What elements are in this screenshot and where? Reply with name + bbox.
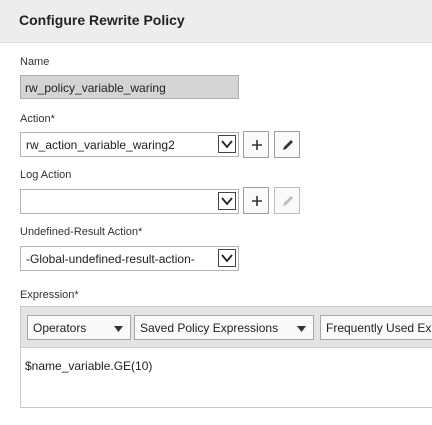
name-value: rw_policy_variable_waring bbox=[25, 81, 166, 95]
name-field: rw_policy_variable_waring bbox=[20, 75, 239, 99]
chevron-down-icon[interactable] bbox=[218, 249, 236, 267]
chevron-down-icon[interactable] bbox=[218, 192, 236, 210]
log-action-label: Log Action bbox=[20, 169, 72, 181]
plus-icon bbox=[252, 140, 262, 150]
frequently-used-expressions-label: Frequently Used Exp bbox=[326, 321, 432, 335]
caret-down-icon bbox=[297, 326, 306, 332]
undefined-result-action-select[interactable]: -Global-undefined-result-action- bbox=[20, 246, 239, 271]
action-select[interactable]: rw_action_variable_waring2 bbox=[20, 132, 239, 157]
chevron-down-icon[interactable] bbox=[218, 135, 236, 153]
plus-icon bbox=[252, 196, 262, 206]
expression-label: Expression* bbox=[20, 289, 79, 301]
saved-policy-expressions-dropdown[interactable]: Saved Policy Expressions bbox=[134, 315, 314, 340]
action-label: Action* bbox=[20, 113, 55, 125]
edit-action-button[interactable] bbox=[274, 131, 300, 158]
edit-log-action-button[interactable] bbox=[274, 187, 300, 214]
caret-down-icon bbox=[114, 326, 123, 332]
dialog-header: Configure Rewrite Policy bbox=[0, 0, 432, 43]
expression-editor[interactable]: Operators Saved Policy Expressions Frequ… bbox=[20, 306, 432, 408]
pencil-icon bbox=[283, 140, 293, 150]
undefined-result-action-label: Undefined-Result Action* bbox=[20, 226, 143, 238]
add-log-action-button[interactable] bbox=[243, 187, 269, 214]
operators-label: Operators bbox=[33, 321, 87, 335]
log-action-select[interactable] bbox=[20, 189, 239, 214]
saved-policy-expressions-label: Saved Policy Expressions bbox=[140, 321, 279, 335]
operators-dropdown[interactable]: Operators bbox=[27, 315, 131, 340]
action-select-value: rw_action_variable_waring2 bbox=[26, 138, 175, 152]
pencil-icon bbox=[283, 196, 293, 206]
undefined-result-action-value: -Global-undefined-result-action- bbox=[26, 252, 195, 266]
name-label: Name bbox=[20, 56, 50, 68]
add-action-button[interactable] bbox=[243, 131, 269, 158]
frequently-used-expressions-dropdown[interactable]: Frequently Used Exp bbox=[320, 315, 432, 340]
expression-toolbar: Operators Saved Policy Expressions Frequ… bbox=[21, 307, 432, 348]
expression-text[interactable]: $name_variable.GE(10) bbox=[25, 359, 152, 373]
dialog-title: Configure Rewrite Policy bbox=[19, 12, 185, 28]
